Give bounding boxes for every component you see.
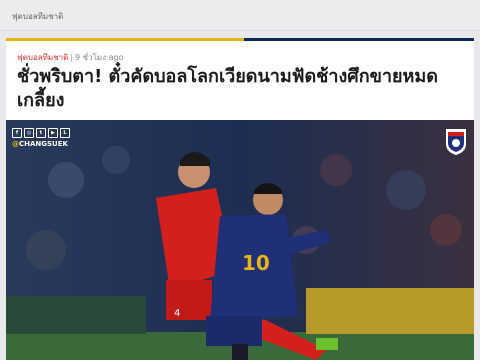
line-icon: L — [60, 128, 70, 138]
meta-separator: | — [70, 53, 74, 62]
accent-stripe — [6, 38, 474, 41]
breadcrumb[interactable]: ฟุตบอลทีมชาติ — [12, 10, 63, 23]
category-link[interactable]: ฟุตบอลทีมชาติ — [17, 53, 68, 62]
facebook-icon: f — [12, 128, 22, 138]
article-meta: ฟุตบอลทีมชาติ | 9 ชั่วโมง ago — [17, 51, 123, 64]
twitter-icon: t — [36, 128, 46, 138]
article-photo: 4 10 f ◎ t ▶ L @CHANGSUEK — [6, 120, 474, 360]
article-card: ฟุตบอลทีมชาติ | 9 ชั่วโมง ago ชั่วพริบตา! … — [6, 38, 474, 360]
instagram-icon: ◎ — [24, 128, 34, 138]
social-icons: f ◎ t ▶ L — [12, 128, 70, 138]
svg-text:10: 10 — [242, 251, 270, 275]
top-nav-bar: ฟุตบอลทีมชาติ — [0, 0, 480, 31]
football-match-scene: 4 10 — [6, 120, 474, 360]
youtube-icon: ▶ — [48, 128, 58, 138]
photo-credit: @CHANGSUEK — [12, 140, 68, 148]
time-ago: 9 ชั่วโมง ago — [75, 53, 124, 62]
fa-thailand-crest-icon — [446, 129, 466, 155]
article-headline: ชั่วพริบตา! ตั๋วคัดบอลโลกเวียดนามฟัดช้าง… — [17, 66, 438, 111]
svg-text:4: 4 — [174, 308, 180, 319]
